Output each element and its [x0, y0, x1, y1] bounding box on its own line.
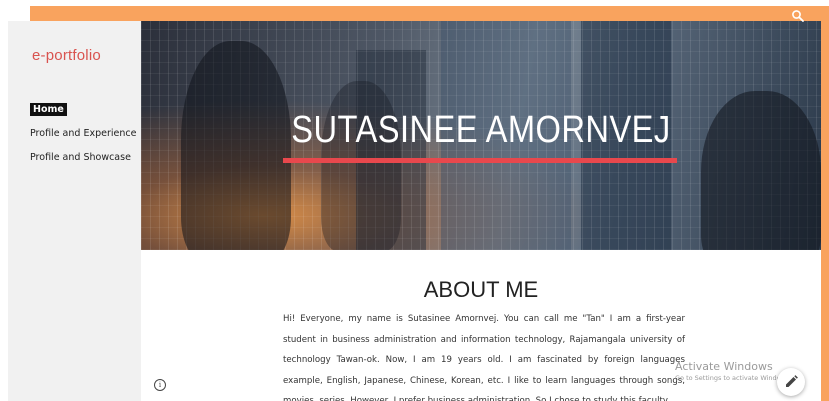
activate-windows-watermark: Activate Windows Go to Settings to activ…: [675, 360, 791, 382]
about-heading: ABOUT ME: [423, 277, 539, 302]
watermark-title: Activate Windows: [675, 360, 773, 373]
hero-underline: [283, 158, 677, 163]
sidebar: e-portfolio Home Profile and Experience …: [8, 21, 141, 401]
site-page: e-portfolio Home Profile and Experience …: [8, 21, 821, 401]
nav-item-profile-and-experience[interactable]: Profile and Experience: [30, 128, 136, 139]
pencil-icon: [786, 375, 798, 387]
edit-button[interactable]: [777, 368, 805, 396]
site-brand[interactable]: e-portfolio: [32, 47, 101, 64]
sidebar-nav: Home Profile and Experience Profile and …: [30, 97, 136, 176]
hero-title: SUTASINEE AMORNVEJ: [291, 109, 671, 151]
watermark-subtitle: Go to Settings to activate Windows.: [675, 374, 792, 382]
hero-person: [321, 81, 401, 250]
info-icon[interactable]: i: [154, 379, 166, 391]
hero-banner: SUTASINEE AMORNVEJ: [141, 21, 821, 250]
search-icon[interactable]: [791, 9, 805, 23]
nav-item-home[interactable]: Home: [30, 103, 67, 116]
about-paragraph: Hi! Everyone, my name is Sutasinee Amorn…: [283, 314, 685, 401]
nav-item-profile-and-showcase[interactable]: Profile and Showcase: [30, 152, 136, 163]
